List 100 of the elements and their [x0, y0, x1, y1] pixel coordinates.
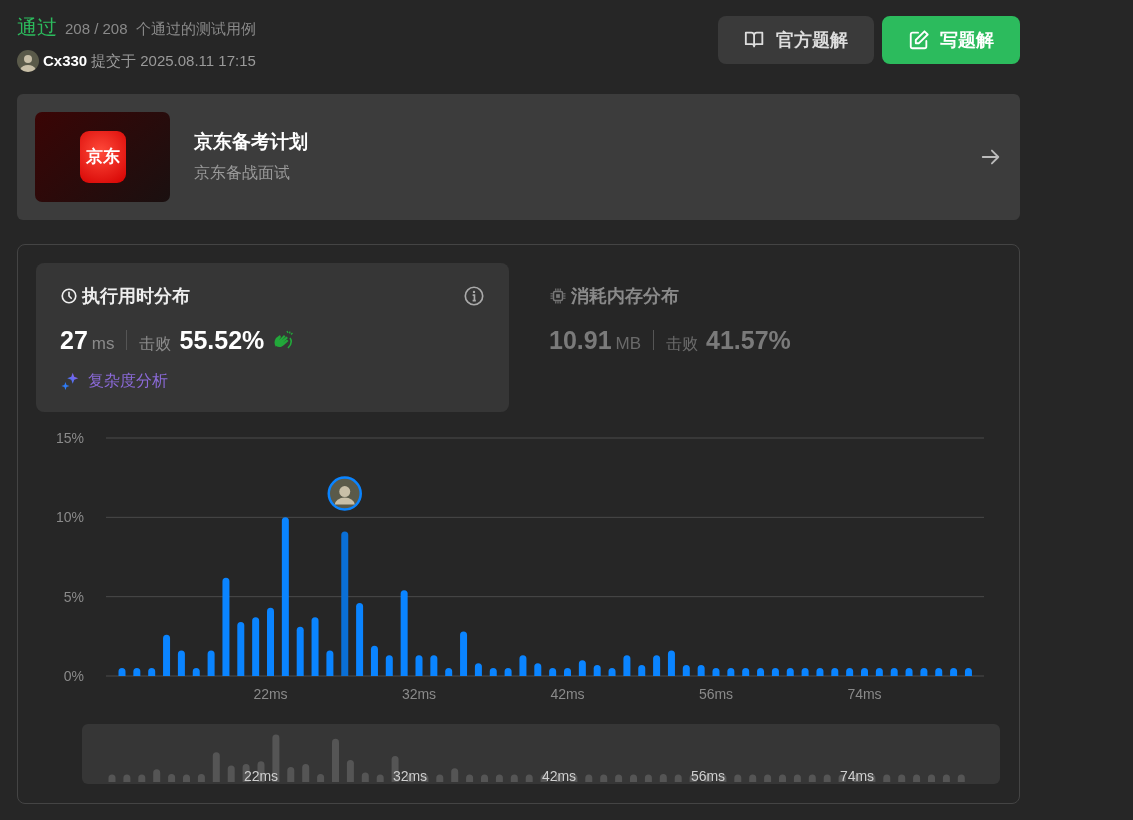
histogram-bar[interactable] — [964, 667, 972, 676]
range-overview[interactable]: 22ms 32ms 42ms 56ms 74ms — [82, 723, 1000, 784]
histogram-bar[interactable] — [133, 667, 141, 676]
clock-icon — [60, 287, 78, 305]
promo-subtitle: 京东备战面试 — [194, 162, 291, 183]
sparkle-icon — [60, 371, 80, 391]
histogram-bar[interactable] — [593, 664, 601, 676]
histogram-bar[interactable] — [846, 667, 854, 676]
overview-axis-label: 22ms — [243, 767, 279, 784]
histogram-bar[interactable] — [489, 667, 497, 676]
overview-axis-label: 56ms — [690, 767, 726, 784]
overview-axis-label: 32ms — [392, 767, 428, 784]
histogram-bar[interactable] — [445, 667, 453, 676]
tab-title: 消耗内存分布 — [571, 284, 679, 308]
x-tick-label: 22ms — [253, 685, 288, 702]
histogram-bar[interactable] — [370, 645, 378, 676]
username[interactable]: Cx330 — [43, 50, 88, 73]
x-tick-label: 56ms — [698, 685, 734, 702]
histogram-bar[interactable] — [296, 626, 304, 676]
beats-percent: 55.52% — [179, 324, 265, 356]
metric-value: 10.91 — [549, 324, 612, 356]
histogram-bar[interactable] — [474, 662, 482, 676]
x-tick-label: 74ms — [847, 685, 882, 702]
histogram-bar[interactable] — [163, 634, 171, 676]
submitted-label: 提交于 — [91, 51, 137, 71]
logo-tile: 京东 — [79, 130, 126, 183]
histogram-bar[interactable] — [831, 667, 839, 676]
chip-icon — [549, 287, 567, 305]
beats-label: 击败 — [666, 333, 699, 354]
histogram-bar[interactable] — [148, 667, 156, 676]
histogram-bar[interactable] — [549, 667, 557, 676]
histogram-bar[interactable] — [356, 602, 364, 676]
histogram-bar[interactable] — [786, 667, 794, 676]
beats-label: 击败 — [139, 333, 172, 354]
histogram-bar[interactable] — [623, 654, 631, 676]
histogram-bar[interactable] — [727, 667, 735, 676]
histogram-bar[interactable] — [504, 667, 512, 676]
histogram-bar[interactable] — [385, 654, 393, 676]
y-tick-label: 10% — [55, 508, 84, 525]
promo-title: 京东备考计划 — [194, 130, 309, 155]
histogram-bar[interactable] — [875, 667, 883, 676]
histogram-bar[interactable] — [252, 616, 260, 676]
histogram-bar[interactable] — [237, 621, 245, 676]
histogram-bar[interactable] — [801, 667, 809, 676]
metric-unit: MB — [615, 332, 642, 355]
histogram-bar[interactable] — [757, 667, 765, 676]
overview-axis-label: 74ms — [839, 767, 875, 784]
histogram-bar[interactable] — [519, 654, 527, 676]
promo-card[interactable]: 京东 京东备考计划 京东备战面试 — [17, 93, 1020, 220]
x-tick-label: 42ms — [550, 685, 585, 702]
user-avatar-marker[interactable] — [327, 475, 362, 511]
x-tick-label: 32ms — [401, 685, 437, 702]
histogram-bar[interactable] — [771, 667, 779, 676]
histogram-bar[interactable] — [415, 654, 423, 676]
histogram-bar[interactable] — [697, 664, 705, 676]
histogram-bar[interactable] — [118, 667, 126, 676]
histogram-bar[interactable] — [950, 667, 958, 676]
histogram-bar[interactable] — [400, 589, 408, 676]
histogram-bar[interactable] — [742, 667, 750, 676]
histogram-bar[interactable] — [861, 667, 868, 676]
histogram-bar[interactable] — [311, 616, 319, 676]
histogram-bar[interactable] — [638, 664, 646, 676]
passed-cases-count: 208 / 208 — [65, 19, 128, 39]
histogram-bar[interactable] — [578, 659, 586, 676]
histogram-bar[interactable] — [935, 667, 943, 676]
histogram-bar[interactable] — [430, 654, 438, 676]
histogram-bar[interactable] — [222, 577, 230, 676]
stats-tab[interactable]: 执行用时分布 27 ms 击败 55.52% 复杂度分析 — [36, 262, 509, 412]
histogram-bar[interactable] — [608, 667, 616, 676]
histogram-bar[interactable] — [460, 631, 468, 676]
stats-tab[interactable]: 消耗内存分布 10.91 MB 击败 41.57% — [525, 262, 825, 412]
histogram-bar[interactable] — [534, 662, 542, 676]
user-avatar — [17, 50, 39, 73]
result-status: 通过 — [17, 15, 57, 40]
edit-icon — [908, 29, 930, 51]
passed-cases-label: 个通过的测试用例 — [135, 19, 256, 39]
y-tick-label: 5% — [63, 588, 84, 605]
y-tick-label: 0% — [63, 667, 84, 684]
histogram-bar[interactable] — [682, 664, 690, 676]
histogram-bar[interactable] — [920, 667, 928, 676]
histogram-bar[interactable] — [207, 650, 215, 676]
histogram-bar[interactable] — [816, 667, 824, 676]
histogram-bar[interactable] — [890, 667, 898, 676]
histogram-bar[interactable] — [712, 667, 720, 676]
y-tick-label: 15% — [55, 429, 84, 446]
metric-unit: ms — [91, 332, 115, 355]
histogram-bar[interactable] — [905, 667, 913, 676]
beats-percent: 41.57% — [706, 324, 791, 356]
histogram-bar[interactable] — [653, 654, 661, 676]
tab-title: 执行用时分布 — [82, 284, 190, 308]
histogram-bar[interactable] — [341, 531, 349, 676]
histogram-bar[interactable] — [667, 650, 675, 676]
metric-value: 27 — [60, 324, 88, 356]
histogram-bar[interactable] — [192, 667, 200, 676]
histogram-bar[interactable] — [326, 650, 334, 676]
official-solution-button[interactable]: 官方题解 — [718, 16, 874, 64]
histogram-bar[interactable] — [281, 516, 289, 676]
info-icon — [463, 285, 485, 307]
histogram-bar[interactable] — [177, 650, 185, 676]
histogram-bar[interactable] — [564, 667, 571, 676]
